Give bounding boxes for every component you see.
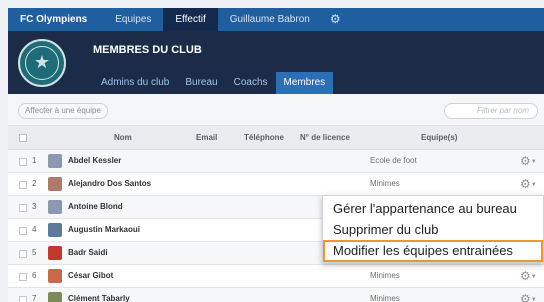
row-checkbox[interactable]: [19, 227, 27, 235]
nav-equipes[interactable]: Equipes: [103, 8, 163, 31]
menu-item-manage-bureau[interactable]: Gérer l'appartenance au bureau: [323, 198, 543, 220]
table-row[interactable]: 7 Clément Tabarly Minimes ⚙▼: [8, 288, 544, 302]
avatar: [48, 200, 62, 214]
header-equipes[interactable]: Equipe(s): [421, 126, 457, 150]
row-checkbox[interactable]: [19, 296, 27, 302]
member-name[interactable]: Augustin Markaoui: [68, 219, 140, 241]
member-name[interactable]: Alejandro Dos Santos: [68, 173, 151, 195]
row-actions-menu: Gérer l'appartenance au bureau Supprimer…: [322, 195, 544, 263]
row-number: 1: [32, 156, 37, 165]
row-number: 3: [32, 202, 37, 211]
row-number: 4: [32, 225, 37, 234]
row-checkbox[interactable]: [19, 204, 27, 212]
row-checkbox[interactable]: [19, 273, 27, 281]
header-nom[interactable]: Nom: [114, 126, 132, 150]
table-header: Nom Email Téléphone N° de licence Equipe…: [8, 125, 544, 150]
avatar: [48, 154, 62, 168]
nav-user[interactable]: Guillaume Babron: [218, 8, 322, 31]
avatar: [48, 292, 62, 302]
member-name[interactable]: Badr Saidi: [68, 242, 108, 264]
member-name[interactable]: Antoine Blond: [68, 196, 123, 218]
member-team: Minimes: [370, 294, 400, 302]
club-subtabs: Admins du club Bureau Coachs Membres: [93, 72, 334, 94]
member-team: Minimes: [370, 271, 400, 280]
header-email[interactable]: Email: [196, 126, 217, 150]
row-checkbox[interactable]: [19, 181, 27, 189]
header-licence[interactable]: N° de licence: [300, 126, 350, 150]
filter-input[interactable]: Filtrer par nom: [444, 103, 538, 119]
row-gear-icon[interactable]: ⚙▼: [520, 150, 537, 175]
avatar: [48, 269, 62, 283]
tab-bureau[interactable]: Bureau: [177, 72, 225, 94]
row-number: 5: [32, 248, 37, 257]
menu-item-remove-from-club[interactable]: Supprimer du club: [323, 219, 543, 241]
avatar: [48, 177, 62, 191]
club-header: ★ MEMBRES DU CLUB Admins du club Bureau …: [8, 31, 544, 94]
tab-membres[interactable]: Membres: [275, 72, 334, 94]
top-navbar: FC Olympiens Equipes Effectif Guillaume …: [8, 8, 544, 31]
row-checkbox[interactable]: [19, 158, 27, 166]
member-name[interactable]: Abdel Kessler: [68, 150, 121, 172]
tab-admins[interactable]: Admins du club: [93, 72, 177, 94]
member-name[interactable]: Clément Tabarly: [68, 288, 130, 302]
star-icon: ★: [33, 52, 51, 72]
table-row[interactable]: 2 Alejandro Dos Santos Minimes ⚙▼: [8, 173, 544, 196]
avatar: [48, 246, 62, 260]
menu-item-edit-coached-teams[interactable]: Modifier les équipes entrainées: [323, 240, 543, 262]
page-title: MEMBRES DU CLUB: [93, 44, 202, 56]
club-logo: ★: [18, 39, 66, 87]
tab-coachs[interactable]: Coachs: [226, 72, 276, 94]
row-checkbox[interactable]: [19, 250, 27, 258]
select-all-checkbox[interactable]: [19, 134, 27, 142]
avatar: [48, 223, 62, 237]
row-gear-icon[interactable]: ⚙▼: [520, 265, 537, 290]
member-team: Ecole de foot: [370, 156, 417, 165]
row-number: 2: [32, 179, 37, 188]
header-telephone[interactable]: Téléphone: [244, 126, 284, 150]
nav-effectif[interactable]: Effectif: [163, 8, 218, 31]
table-row[interactable]: 1 Abdel Kessler Ecole de foot ⚙▼: [8, 150, 544, 173]
gear-icon[interactable]: ⚙: [322, 8, 349, 31]
brand-link[interactable]: FC Olympiens: [8, 8, 103, 31]
row-number: 6: [32, 271, 37, 280]
table-row[interactable]: 6 César Gibot Minimes ⚙▼: [8, 265, 544, 288]
row-number: 7: [32, 294, 37, 302]
row-gear-icon[interactable]: ⚙▼: [520, 288, 537, 302]
member-name[interactable]: César Gibot: [68, 265, 113, 287]
assign-team-button[interactable]: Affecter à une équipe: [18, 103, 108, 119]
member-team: Minimes: [370, 179, 400, 188]
